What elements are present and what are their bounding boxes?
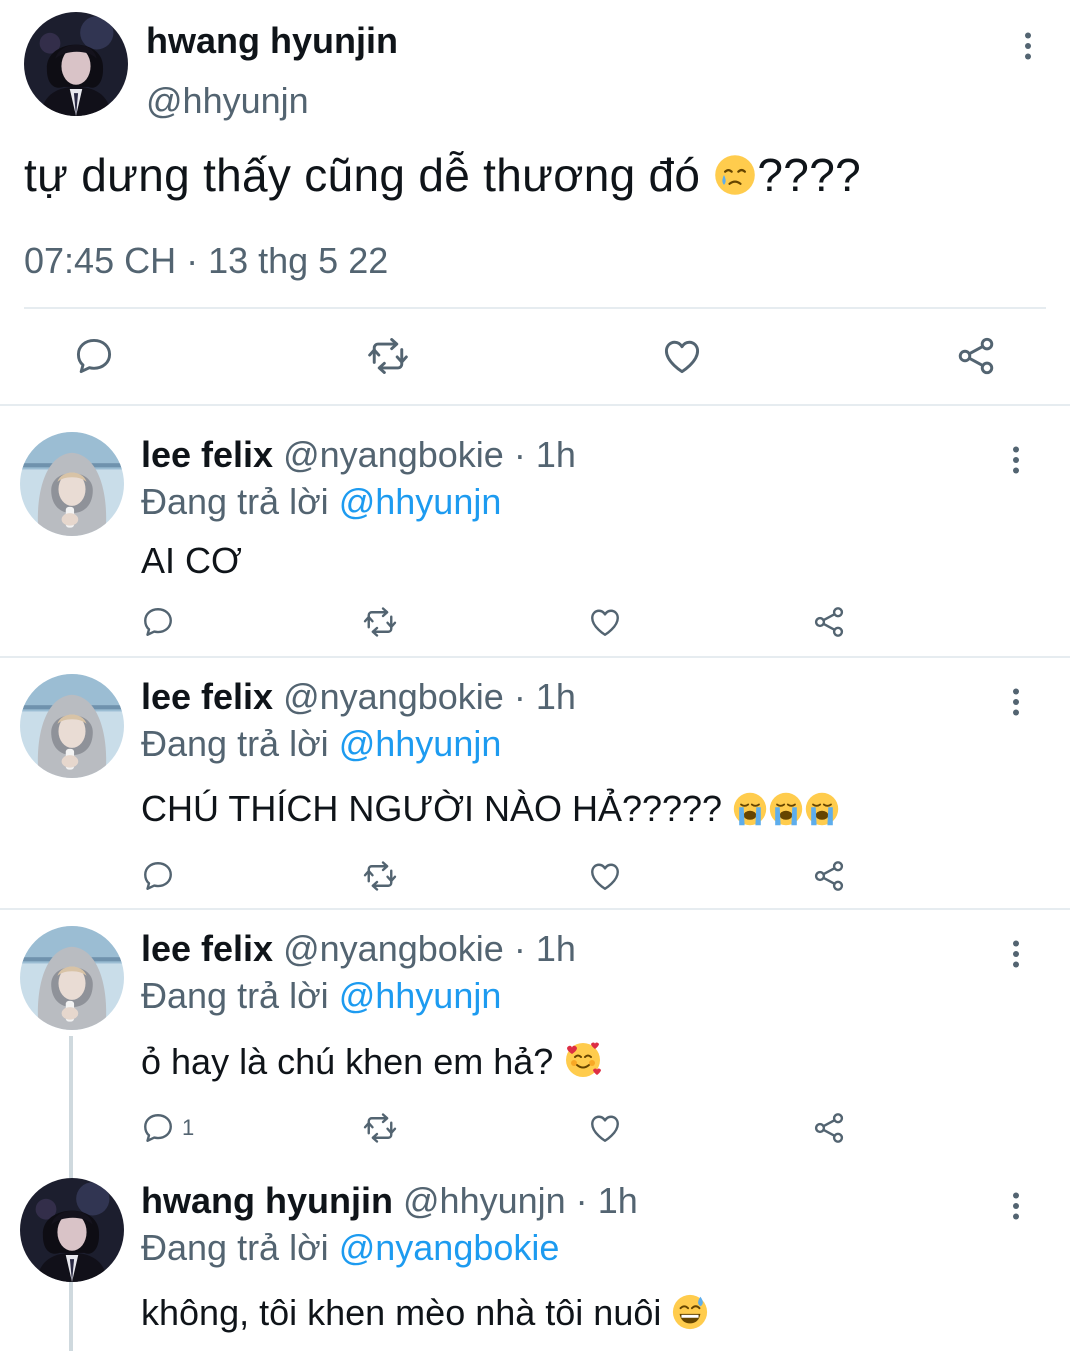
author-name[interactable]: hwang hyunjin [146,20,398,62]
avatar[interactable] [20,432,124,536]
divider [24,307,1046,309]
like-icon[interactable] [660,334,704,378]
reply-tweet[interactable]: lee felix @nyangbokie · 1h Đang trả lời … [0,648,1070,900]
reply-tweet[interactable]: lee felix @nyangbokie · 1h Đang trả lời … [0,900,1070,1152]
reply-header: lee felix @nyangbokie · 1h [141,434,576,476]
tweet-text-body: tự dưng thấy cũng dễ thương đó [24,149,701,201]
avatar[interactable] [20,674,124,778]
reply-text: CHÚ THÍCH NGƯỜI NÀO HẢ????? [141,788,840,830]
reply-text: không, tôi khen mèo nhà tôi nuôi [141,1292,709,1334]
reply-icon[interactable] [140,858,182,894]
grinning-face-with-sweat-icon [671,1293,709,1331]
more-options-icon[interactable] [998,684,1034,720]
separator-dot: · [513,676,526,717]
more-options-icon[interactable] [998,442,1034,478]
reply-icon[interactable]: 1 [140,1110,194,1146]
share-icon[interactable] [811,858,847,894]
like-icon[interactable] [587,1110,623,1146]
replying-to: Đang trả lời @nyangbokie [141,1227,559,1269]
replying-to: Đang trả lời @hhyunjn [141,723,501,765]
retweet-icon[interactable] [362,858,398,894]
replying-to-link[interactable]: @hhyunjn [339,481,502,522]
avatar[interactable] [20,1178,124,1282]
author-handle[interactable]: @hhyunjn [403,1180,566,1221]
separator-dot: · [513,928,526,969]
like-icon[interactable] [587,858,623,894]
reply-icon[interactable] [140,604,182,640]
replying-to-link[interactable]: @hhyunjn [339,975,502,1016]
replying-prefix: Đang trả lời [141,723,329,764]
main-tweet: hwang hyunjin @hhyunjn tự dưng thấy cũng… [0,0,1070,405]
author-name[interactable]: lee felix [141,676,273,717]
loudly-crying-face-icon [732,791,768,827]
author-handle[interactable]: @hhyunjn [146,80,309,122]
replying-prefix: Đang trả lời [141,481,329,522]
retweet-icon[interactable] [362,1110,398,1146]
avatar[interactable] [20,926,124,1030]
tweet-text: tự dưng thấy cũng dễ thương đó ???? [24,148,861,202]
replying-to: Đang trả lời @hhyunjn [141,481,501,523]
reply-count: 1 [182,1115,195,1140]
replying-to-link[interactable]: @hhyunjn [339,723,502,764]
retweet-icon[interactable] [362,604,398,640]
reply-time[interactable]: 1h [536,676,576,717]
more-options-icon[interactable] [998,1188,1034,1224]
reply-icon[interactable] [72,334,116,378]
author-name[interactable]: lee felix [141,928,273,969]
separator-dot: · [575,1180,588,1221]
replying-to-link[interactable]: @nyangbokie [339,1227,560,1268]
author-handle[interactable]: @nyangbokie [283,928,504,969]
separator-dot: · [513,434,526,475]
share-icon[interactable] [811,604,847,640]
reply-tweet[interactable]: hwang hyunjin @hhyunjn · 1h Đang trả lời… [0,1152,1070,1351]
more-options-icon[interactable] [998,936,1034,972]
tweet-timestamp[interactable]: 07:45 CH · 13 thg 5 22 [24,240,388,282]
reply-header: lee felix @nyangbokie · 1h [141,676,576,718]
reply-time[interactable]: 1h [536,928,576,969]
reply-text-body: ỏ hay là chú khen em hả? [141,1041,554,1082]
reply-header: hwang hyunjin @hhyunjn · 1h [141,1180,638,1222]
reply-text: ỏ hay là chú khen em hả? [141,1040,603,1083]
reply-text: AI CƠ [141,540,242,581]
reply-text-body: không, tôi khen mèo nhà tôi nuôi [141,1292,662,1333]
author-handle[interactable]: @nyangbokie [283,676,504,717]
more-options-icon[interactable] [1010,28,1046,64]
author-name[interactable]: lee felix [141,434,273,475]
face-holding-back-tears-icon [713,153,757,197]
reply-time[interactable]: 1h [536,434,576,475]
author-handle[interactable]: @nyangbokie [283,434,504,475]
replying-to: Đang trả lời @hhyunjn [141,975,501,1017]
tweet-text-suffix: ???? [757,149,861,201]
share-icon[interactable] [811,1110,847,1146]
reply-tweet[interactable]: lee felix @nyangbokie · 1h Đang trả lời … [0,406,1070,658]
loudly-crying-face-icon [768,791,804,827]
like-icon[interactable] [587,604,623,640]
share-icon[interactable] [954,334,998,378]
reply-text-body: CHÚ THÍCH NGƯỜI NÀO HẢ????? [141,788,723,829]
reply-time[interactable]: 1h [598,1180,638,1221]
replying-prefix: Đang trả lời [141,975,329,1016]
replying-prefix: Đang trả lời [141,1227,329,1268]
smiling-face-with-hearts-icon [563,1040,603,1080]
reply-header: lee felix @nyangbokie · 1h [141,928,576,970]
loudly-crying-face-icon [804,791,840,827]
retweet-icon[interactable] [366,334,410,378]
avatar[interactable] [24,12,128,116]
author-name[interactable]: hwang hyunjin [141,1180,393,1221]
